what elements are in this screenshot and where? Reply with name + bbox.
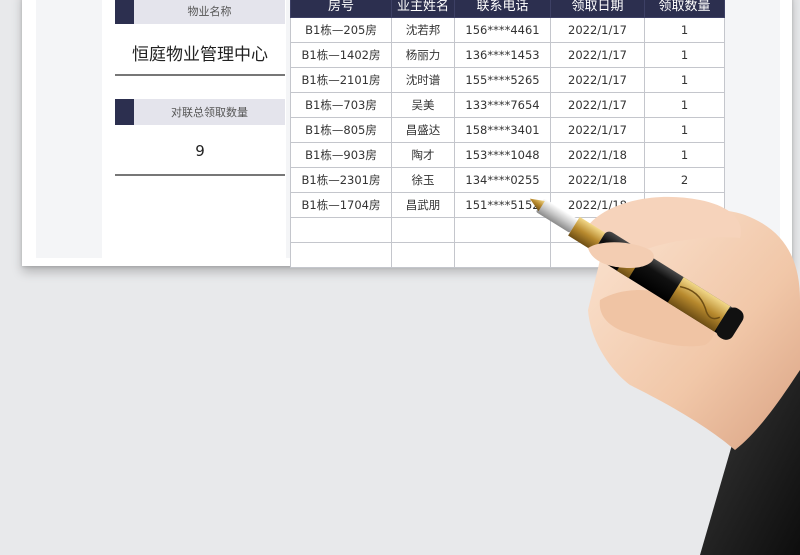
cell-room[interactable]: B1栋—1704房 (290, 192, 392, 218)
cell-owner[interactable]: 陶才 (391, 142, 455, 168)
cell-date[interactable]: 2022/1/18 (550, 142, 645, 168)
table-row (290, 242, 725, 268)
table-row: B1栋—205房 沈若邦 156****4461 2022/1/17 1 (290, 17, 725, 43)
cell-room[interactable]: B1栋—1402房 (290, 42, 392, 68)
cell-room[interactable]: B1栋—903房 (290, 142, 392, 168)
cell-owner[interactable]: 沈若邦 (391, 17, 455, 43)
table-row: B1栋—703房 吴美 133****7654 2022/1/17 1 (290, 92, 725, 118)
records-table-wrap: 房号 业主姓名 联系电话 领取日期 领取数量 B1栋—205房 沈若邦 156***… (290, 0, 725, 268)
cell-phone[interactable]: 134****0255 (454, 167, 551, 193)
table-row: B1栋—2301房 徐玉 134****0255 2022/1/18 2 (290, 167, 725, 193)
cell-phone[interactable]: 155****5265 (454, 67, 551, 93)
summary-panel: 物业名称 恒庭物业管理中心 对联总领取数量 9 (102, 0, 286, 258)
cell-date[interactable]: 2022/1/18 (550, 192, 645, 218)
cell-date[interactable]: 2022/1/17 (550, 117, 645, 143)
cell-owner[interactable] (391, 242, 455, 268)
cell-room[interactable]: B1栋—805房 (290, 117, 392, 143)
cell-room[interactable] (290, 217, 392, 243)
header-quantity[interactable]: 领取数量 (644, 0, 725, 18)
total-label-box: 对联总领取数量 (115, 99, 285, 125)
cell-room[interactable]: B1栋—703房 (290, 92, 392, 118)
header-phone[interactable]: 联系电话 (454, 0, 551, 18)
cell-room[interactable]: B1栋—205房 (290, 17, 392, 43)
table-row: B1栋—805房 昌盛达 158****3401 2022/1/17 1 (290, 117, 725, 143)
cell-date[interactable] (550, 217, 645, 243)
cell-owner[interactable] (391, 217, 455, 243)
cell-owner[interactable]: 昌武朋 (391, 192, 455, 218)
cell-quantity[interactable]: 1 (644, 117, 725, 143)
table-body: B1栋—205房 沈若邦 156****4461 2022/1/17 1 B1栋—1402… (290, 17, 725, 268)
sheet-content: 物业名称 恒庭物业管理中心 对联总领取数量 9 房号 业主姓名 联系电话 领取日… (36, 0, 780, 268)
records-table: 房号 业主姓名 联系电话 领取日期 领取数量 B1栋—205房 沈若邦 156***… (290, 0, 725, 268)
total-label: 对联总领取数量 (171, 106, 248, 119)
cell-owner[interactable]: 吴美 (391, 92, 455, 118)
cell-room[interactable] (290, 242, 392, 268)
cell-date[interactable]: 2022/1/18 (550, 167, 645, 193)
cell-date[interactable]: 2022/1/17 (550, 67, 645, 93)
cell-quantity[interactable] (644, 192, 725, 218)
table-row: B1栋—1402房 杨丽力 136****1453 2022/1/17 1 (290, 42, 725, 68)
header-room[interactable]: 房号 (290, 0, 392, 18)
cell-quantity[interactable]: 1 (644, 17, 725, 43)
cell-owner[interactable]: 沈时谱 (391, 67, 455, 93)
property-underline (115, 73, 285, 76)
label-accent-bar (115, 99, 134, 125)
cell-quantity[interactable] (644, 242, 725, 268)
table-row: B1栋—903房 陶才 153****1048 2022/1/18 1 (290, 142, 725, 168)
cell-owner[interactable]: 徐玉 (391, 167, 455, 193)
table-row: B1栋—1704房 昌武朋 151****5152 2022/1/18 (290, 192, 725, 218)
cell-phone[interactable]: 156****4461 (454, 17, 551, 43)
cell-phone[interactable]: 153****1048 (454, 142, 551, 168)
cell-phone[interactable] (454, 217, 551, 243)
cell-owner[interactable]: 杨丽力 (391, 42, 455, 68)
property-name[interactable]: 恒庭物业管理中心 (115, 40, 285, 65)
cell-date[interactable]: 2022/1/17 (550, 42, 645, 68)
cell-date[interactable]: 2022/1/17 (550, 92, 645, 118)
cell-quantity[interactable] (644, 217, 725, 243)
header-owner[interactable]: 业主姓名 (391, 0, 455, 18)
cell-phone[interactable]: 158****3401 (454, 117, 551, 143)
cell-quantity[interactable]: 1 (644, 92, 725, 118)
total-underline (115, 173, 285, 176)
cell-room[interactable]: B1栋—2101房 (290, 67, 392, 93)
label-accent-bar (115, 0, 134, 24)
table-header-row: 房号 业主姓名 联系电话 领取日期 领取数量 (290, 0, 725, 18)
cell-phone[interactable]: 133****7654 (454, 92, 551, 118)
table-row (290, 217, 725, 243)
header-date[interactable]: 领取日期 (550, 0, 645, 18)
table-row: B1栋—2101房 沈时谱 155****5265 2022/1/17 1 (290, 67, 725, 93)
cell-phone[interactable]: 136****1453 (454, 42, 551, 68)
cell-date[interactable]: 2022/1/17 (550, 17, 645, 43)
cell-phone[interactable]: 151****5152 (454, 192, 551, 218)
property-label: 物业名称 (187, 5, 232, 18)
property-label-box: 物业名称 (115, 0, 285, 24)
cell-room[interactable]: B1栋—2301房 (290, 167, 392, 193)
spreadsheet-sheet: 物业名称 恒庭物业管理中心 对联总领取数量 9 房号 业主姓名 联系电话 领取日… (22, 0, 792, 268)
cell-quantity[interactable]: 2 (644, 167, 725, 193)
total-value[interactable]: 9 (115, 142, 285, 160)
cell-quantity[interactable]: 1 (644, 42, 725, 68)
cell-quantity[interactable]: 1 (644, 67, 725, 93)
cell-owner[interactable]: 昌盛达 (391, 117, 455, 143)
cell-date[interactable] (550, 242, 645, 268)
cell-quantity[interactable]: 1 (644, 142, 725, 168)
cell-phone[interactable] (454, 242, 551, 268)
